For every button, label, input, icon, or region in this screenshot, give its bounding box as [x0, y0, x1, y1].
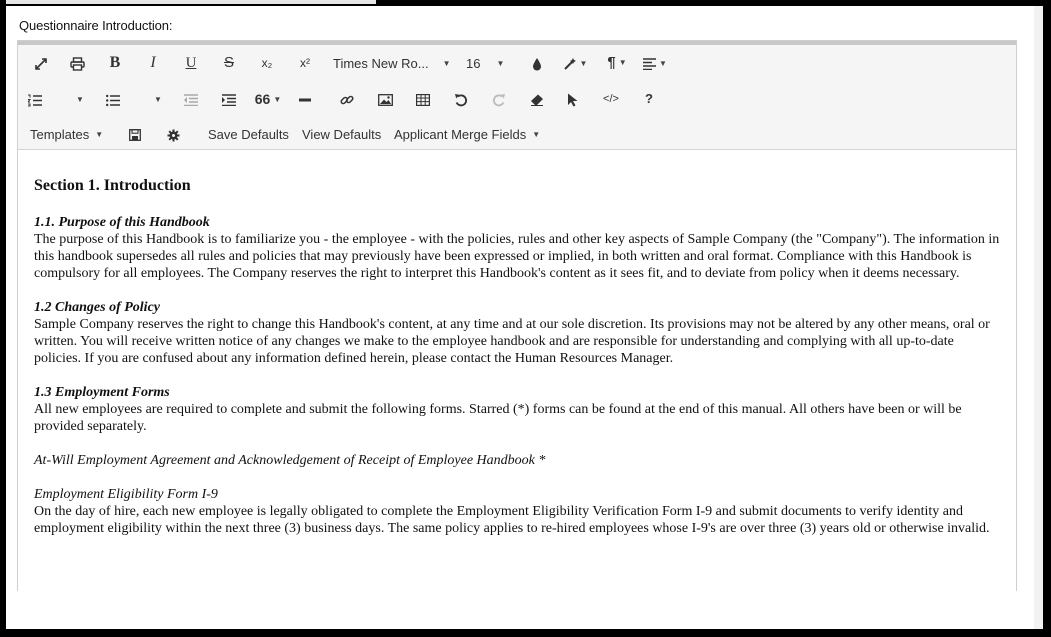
merge-fields-label: Applicant Merge Fields — [394, 127, 527, 142]
align-button[interactable]: ▼ — [640, 49, 670, 77]
font-family-value: Times New Ro... — [333, 56, 429, 71]
italic-icon[interactable]: I — [140, 49, 166, 77]
select-all-icon[interactable] — [560, 85, 586, 113]
section-heading: Section 1. Introduction — [34, 177, 191, 194]
underline-icon[interactable]: U — [178, 49, 204, 77]
editor-toolbar: B I U S x₂ x² Times New Ro... ▼ 16 ▼ ▼ ¶ ▼ … — [18, 41, 1016, 150]
eraser-icon[interactable] — [524, 85, 550, 113]
bullet-list-icon — [106, 94, 120, 106]
form-at-will: At-Will Employment Agreement and Acknowl… — [34, 453, 546, 468]
chevron-down-icon: ▼ — [442, 59, 451, 69]
blockquote-button[interactable]: 66 ▼ — [252, 85, 284, 113]
chevron-down-icon: ▼ — [618, 58, 627, 68]
save-defaults-button[interactable]: Save Defaults — [208, 120, 298, 148]
font-size-select[interactable]: 16 ▼ — [466, 49, 512, 77]
forms-title: 1.3 Employment Forms — [34, 385, 170, 400]
ordered-list-icon — [26, 94, 42, 107]
horizontal-rule-icon[interactable] — [292, 85, 318, 113]
changes-title: 1.2 Changes of Policy — [34, 300, 160, 315]
chevron-down-icon: ▼ — [496, 59, 505, 69]
table-icon[interactable] — [410, 85, 436, 113]
chevron-down-icon: ▼ — [659, 59, 667, 69]
quote-icon: 66 — [254, 91, 271, 107]
form-i9-body: On the day of hire, each new employee is… — [34, 504, 990, 536]
chevron-down-icon: ▼ — [579, 59, 588, 69]
ordered-list-button[interactable]: ▼ — [26, 85, 94, 113]
paragraph-icon: ¶ — [607, 54, 616, 71]
forms-body: All new employees are required to comple… — [34, 402, 962, 434]
scrollbar-track[interactable] — [1034, 6, 1043, 629]
help-icon[interactable]: ? — [636, 85, 662, 113]
templates-label: Templates — [30, 127, 90, 142]
form-i9-title: Employment Eligibility Form I-9 — [34, 487, 218, 502]
view-defaults-button[interactable]: View Defaults — [302, 120, 390, 148]
chevron-down-icon: ▼ — [95, 130, 104, 140]
chevron-down-icon: ▼ — [154, 95, 162, 105]
image-icon[interactable] — [372, 85, 398, 113]
outdent-icon[interactable] — [178, 85, 204, 113]
purpose-body: The purpose of this Handbook is to famil… — [34, 232, 1000, 281]
superscript-icon[interactable]: x² — [292, 49, 318, 77]
bullet-list-button[interactable]: ▼ — [106, 85, 172, 113]
purpose-title: 1.1. Purpose of this Handbook — [34, 215, 210, 230]
undo-icon[interactable] — [448, 85, 474, 113]
rich-text-editor: B I U S x₂ x² Times New Ro... ▼ 16 ▼ ▼ ¶ ▼ … — [17, 40, 1017, 591]
editor-content[interactable]: Section 1. Introduction 1.1. Purpose of … — [18, 150, 1016, 591]
paragraph-format-button[interactable]: ¶ ▼ — [602, 49, 632, 77]
changes-body: Sample Company reserves the right to cha… — [34, 317, 990, 366]
strikethrough-icon[interactable]: S — [216, 49, 242, 77]
print-icon[interactable] — [64, 49, 90, 77]
fullscreen-icon[interactable] — [28, 49, 54, 77]
templates-dropdown[interactable]: Templates ▼ — [30, 120, 116, 148]
save-icon[interactable] — [124, 120, 146, 148]
chevron-down-icon: ▼ — [76, 95, 84, 105]
redo-icon[interactable] — [486, 85, 512, 113]
merge-fields-dropdown[interactable]: Applicant Merge Fields ▼ — [394, 120, 556, 148]
font-family-select[interactable]: Times New Ro... ▼ — [333, 49, 453, 77]
indent-icon[interactable] — [216, 85, 242, 113]
text-color-icon[interactable] — [524, 49, 550, 77]
questionnaire-intro-label: Questionnaire Introduction: — [19, 18, 173, 33]
magic-wand-icon[interactable]: ▼ — [558, 49, 592, 77]
code-view-icon[interactable]: </> — [598, 85, 624, 113]
save-defaults-label: Save Defaults — [208, 127, 289, 142]
chevron-down-icon: ▼ — [532, 130, 541, 140]
font-size-value: 16 — [466, 56, 481, 71]
view-defaults-label: View Defaults — [302, 127, 382, 142]
top-strip — [6, 0, 376, 4]
chevron-down-icon: ▼ — [273, 95, 282, 105]
subscript-icon[interactable]: x₂ — [254, 49, 280, 77]
bold-icon[interactable]: B — [102, 49, 128, 77]
link-icon[interactable] — [334, 85, 360, 113]
gear-icon[interactable] — [162, 120, 184, 148]
